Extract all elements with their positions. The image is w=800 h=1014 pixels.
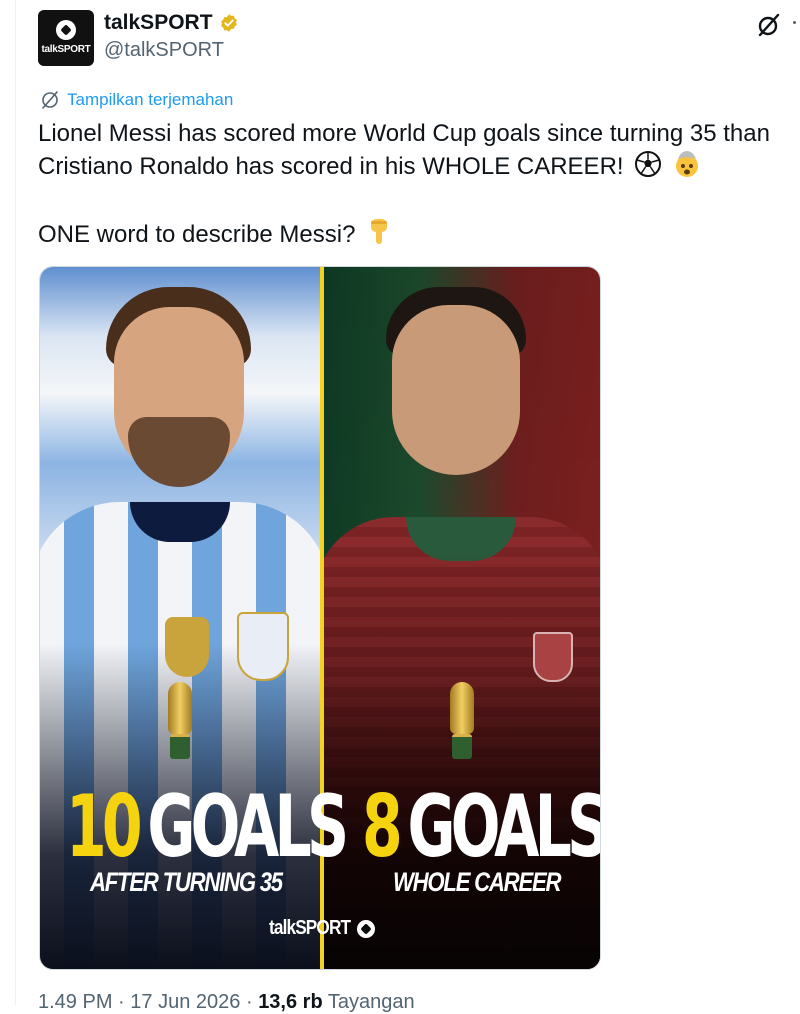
grok-icon[interactable] (756, 12, 782, 38)
account-name-row[interactable]: talkSPORT (104, 11, 239, 35)
world-cup-trophy-icon (446, 682, 478, 762)
meta-separator: · (245, 991, 253, 1013)
fpf-crest-icon (533, 632, 573, 682)
avatar[interactable]: talkSPORT (38, 10, 94, 66)
tweet-meta: 1.49 PM · 17 Jun 2026 · 13,6 rb Tayangan (38, 991, 415, 1014)
tweet-text: Lionel Messi has scored more World Cup g… (38, 117, 788, 251)
world-champions-badge-icon (165, 617, 209, 677)
translate-link[interactable]: Tampilkan terjemahan (40, 90, 233, 110)
messi-caption: AFTER TURNING 35 (90, 867, 283, 897)
ronaldo-goals-word: GOALS (407, 777, 601, 877)
account-name[interactable]: talkSPORT (104, 11, 213, 35)
more-options-icon[interactable] (793, 21, 796, 24)
meta-separator: · (118, 991, 125, 1013)
soccer-ball-icon (56, 20, 76, 40)
translate-label[interactable]: Tampilkan terjemahan (67, 90, 233, 110)
messi-goals-headline: 10 GOALS (66, 772, 349, 882)
player-beard (128, 417, 230, 487)
tweet-date[interactable]: 17 Jun 2026 (130, 991, 240, 1013)
tweet-image[interactable]: 10 GOALS 8 GOALS AFTER TURNING 35 WHOLE CA… (39, 266, 601, 970)
ronaldo-goals-headline: 8 GOALS (362, 772, 601, 882)
tweet-time[interactable]: 1.49 PM (38, 991, 112, 1013)
messi-goals-word: GOALS (147, 777, 349, 877)
exploding-head-emoji-icon (675, 151, 698, 177)
views-count[interactable]: 13,6 rb (258, 991, 322, 1013)
ronaldo-goals-number: 8 (362, 777, 403, 877)
messi-goals-number: 10 (66, 777, 143, 877)
views-label: Tayangan (327, 991, 415, 1013)
tweet-line-2: ONE word to describe Messi? (38, 221, 356, 248)
talksport-watermark: talkSPORT (269, 917, 376, 940)
soccer-ball-emoji-icon (635, 151, 662, 177)
account-handle[interactable]: @talkSPORT (104, 39, 224, 62)
ronaldo-caption: WHOLE CAREER (393, 867, 562, 897)
avatar-text: talkSPORT (41, 44, 91, 55)
player-face (392, 305, 520, 475)
world-cup-trophy-icon (164, 682, 196, 762)
pointing-down-emoji-icon (371, 219, 388, 244)
soccer-ball-icon (357, 919, 376, 938)
verified-badge-icon (220, 14, 237, 32)
translate-icon (42, 91, 58, 109)
brand-text: talkSPORT (269, 917, 351, 939)
afa-crest-icon (237, 612, 289, 681)
